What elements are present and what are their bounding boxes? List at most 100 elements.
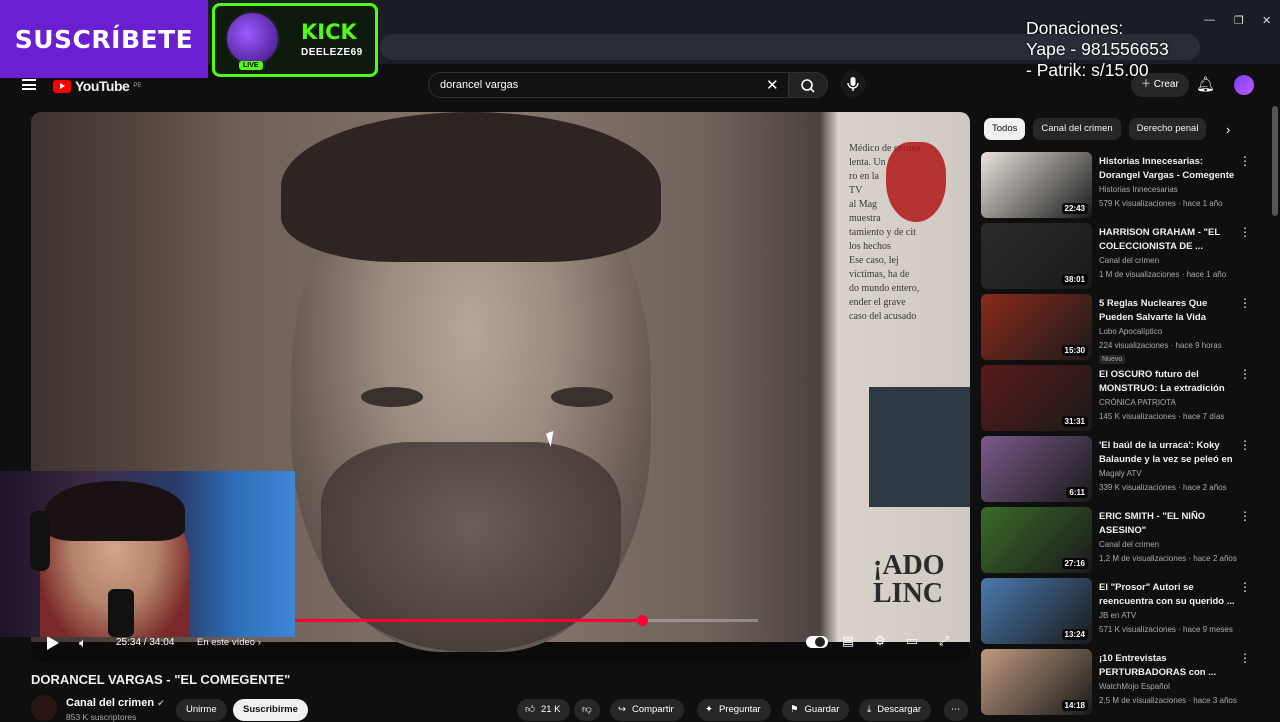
save-label: Guardar <box>804 704 840 715</box>
kick-username: DEELEZE69 <box>301 47 363 58</box>
duration-badge: 22:43 <box>1061 203 1088 214</box>
headline-line: LINC <box>873 578 944 609</box>
kebab-menu-icon[interactable]: ⋮ <box>1239 509 1251 523</box>
video-thumbnail[interactable]: 6:11 <box>981 436 1092 502</box>
autoplay-toggle[interactable] <box>806 636 828 648</box>
recommendation-item[interactable]: 6:11 'El baúl de la urraca': Koky Balaund… <box>981 434 1256 505</box>
recommendation-item[interactable]: 14:18 ¡10 Entrevistas PERTURBADORAS con .… <box>981 647 1256 718</box>
video-hair <box>281 112 661 262</box>
recommendation-title[interactable]: ERIC SMITH - "EL NIÑO ASESINO" <box>1099 510 1237 538</box>
recommendation-channel[interactable]: Historias Innecesarias <box>1099 185 1178 194</box>
recommendation-meta: 1 M de visualizaciones · hace 1 año <box>1099 270 1227 279</box>
recommendation-title[interactable]: Historias Innecesarias: Dorangel Vargas … <box>1099 155 1237 183</box>
share-button[interactable]: ↪ Compartir <box>610 699 684 721</box>
duration-badge: 38:01 <box>1061 274 1088 285</box>
recommendation-title[interactable]: El OSCURO futuro del MONSTRUO: La extrad… <box>1099 368 1237 396</box>
kebab-menu-icon[interactable]: ⋮ <box>1239 225 1251 239</box>
recommendation-channel[interactable]: CRÓNICA PATRIOTA <box>1099 398 1176 407</box>
recommendation-meta: 145 K visualizaciones · hace 7 días <box>1099 412 1225 421</box>
close-window-icon[interactable]: ✕ <box>1262 14 1271 27</box>
share-icon: ↪ <box>618 704 626 715</box>
recommendation-meta: 571 K visualizaciones · hace 9 meses <box>1099 625 1233 634</box>
headphones-icon <box>30 511 50 571</box>
duration-badge: 13:24 <box>1061 629 1088 640</box>
recommendation-item[interactable]: 13:24 El "Prosor" Autori se reencuentra c… <box>981 576 1256 647</box>
play-icon[interactable] <box>47 636 59 650</box>
voice-search-button[interactable] <box>840 71 866 97</box>
progress-bar[interactable] <box>295 615 758 626</box>
save-button[interactable]: ⚑ Guardar <box>782 699 850 721</box>
kick-title: KICK <box>301 20 357 44</box>
kebab-menu-icon[interactable]: ⋮ <box>1239 367 1251 381</box>
kebab-menu-icon[interactable]: ⋮ <box>1239 438 1251 452</box>
chip-derecho-penal[interactable]: Derecho penal <box>1128 118 1207 140</box>
restore-icon[interactable]: ❐ <box>1234 14 1244 27</box>
volume-icon[interactable]: 🔈︎ <box>79 635 87 651</box>
recommendation-channel[interactable]: Canal del crimen <box>1099 256 1159 265</box>
duration-badge: 27:16 <box>1061 558 1088 569</box>
recommendation-title[interactable]: HARRISON GRAHAM - "EL COLECCIONISTA DE .… <box>1099 226 1237 254</box>
recommendation-channel[interactable]: Canal del crimen <box>1099 540 1159 549</box>
youtube-logo[interactable]: YouTube PE <box>53 78 141 94</box>
sparkle-icon: ✦ <box>705 704 713 715</box>
recommendation-channel[interactable]: Lobo Apocalíptico <box>1099 327 1162 336</box>
recommendation-item[interactable]: 22:43 Historias Innecesarias: Dorangel Va… <box>981 150 1256 221</box>
video-title: DORANCEL VARGAS - "EL COMEGENTE" <box>31 672 291 687</box>
video-eye <box>361 387 423 407</box>
ask-button[interactable]: ✦ Preguntar <box>697 699 771 721</box>
notifications-bell-icon[interactable]: 🔔︎ <box>1196 75 1215 93</box>
scrollbar[interactable] <box>1272 106 1278 216</box>
kebab-menu-icon[interactable]: ⋮ <box>1239 154 1251 168</box>
join-button[interactable]: Unirme <box>176 699 227 721</box>
recommendation-title[interactable]: ¡10 Entrevistas PERTURBADORAS con ... <box>1099 652 1237 680</box>
recommendation-channel[interactable]: JB en ATV <box>1099 611 1136 620</box>
search-button[interactable] <box>788 72 828 98</box>
recommendation-title[interactable]: 5 Reglas Nucleares Que Pueden Salvarte l… <box>1099 297 1237 325</box>
recommendation-channel[interactable]: WatchMojo Español <box>1099 682 1170 691</box>
video-thumbnail[interactable]: 22:43 <box>981 152 1092 218</box>
streamer-hair <box>45 481 185 541</box>
subtitles-icon[interactable]: ▤ <box>839 634 857 648</box>
more-actions-icon[interactable]: ⋯ <box>944 699 968 721</box>
recommendation-channel[interactable]: Magaly ATV <box>1099 469 1142 478</box>
chevron-right-icon[interactable]: › <box>1226 122 1230 137</box>
newspaper-line: ender el grave <box>849 297 906 308</box>
recommendation-title[interactable]: El "Prosor" Autori se reencuentra con su… <box>1099 581 1237 609</box>
chapter-button[interactable]: En este vídeo › <box>197 637 261 648</box>
donation-line: - Patrik: s/15.00 <box>1026 60 1149 80</box>
video-thumbnail[interactable]: 27:16 <box>981 507 1092 573</box>
minimize-icon[interactable]: — <box>1204 14 1215 26</box>
fullscreen-icon[interactable]: ⤢ <box>935 634 953 648</box>
recommendation-item[interactable]: 31:31 El OSCURO futuro del MONSTRUO: La e… <box>981 363 1256 434</box>
like-button[interactable]: 👍︎ 21 K <box>517 699 571 721</box>
kebab-menu-icon[interactable]: ⋮ <box>1239 580 1251 594</box>
settings-gear-icon[interactable]: ⚙ <box>871 634 889 648</box>
video-thumbnail[interactable]: 38:01 <box>981 223 1092 289</box>
chip-canal-del-crimen[interactable]: Canal del crimen <box>1033 118 1121 140</box>
kebab-menu-icon[interactable]: ⋮ <box>1239 651 1251 665</box>
recommendation-item[interactable]: 15:30 5 Reglas Nucleares Que Pueden Salva… <box>981 292 1256 364</box>
account-avatar[interactable] <box>1234 75 1254 95</box>
theater-mode-icon[interactable]: ▭ <box>903 634 921 648</box>
search-input[interactable]: dorancel vargas <box>428 72 788 98</box>
download-button[interactable]: ⤓ Descargar <box>859 699 932 721</box>
channel-avatar[interactable] <box>31 695 57 721</box>
recommendation-item[interactable]: 27:16 ERIC SMITH - "EL NIÑO ASESINO" Canal… <box>981 505 1256 576</box>
video-thumbnail[interactable]: 31:31 <box>981 365 1092 431</box>
video-thumbnail[interactable]: 14:18 <box>981 649 1092 715</box>
channel-name[interactable]: Canal del crimen ✔ <box>66 697 165 709</box>
menu-icon[interactable] <box>22 79 36 90</box>
newspaper-line: caso del acusado <box>849 311 917 322</box>
bookmark-icon: ⚑ <box>790 704 799 715</box>
video-thumbnail[interactable]: 15:30 <box>981 294 1092 360</box>
video-thumbnail[interactable]: 13:24 <box>981 578 1092 644</box>
dislike-button[interactable]: 👎︎ <box>574 699 600 721</box>
recommendation-item[interactable]: 38:01 HARRISON GRAHAM - "EL COLECCIONISTA… <box>981 221 1256 292</box>
recommendation-title[interactable]: 'El baúl de la urraca': Koky Balaunde y … <box>1099 439 1237 467</box>
kebab-menu-icon[interactable]: ⋮ <box>1239 296 1251 310</box>
filter-chips: Todos Canal del crimen Derecho penal <box>984 118 1207 140</box>
subscribe-button[interactable]: Suscribirme <box>233 699 308 721</box>
download-label: Descargar <box>877 704 922 715</box>
clear-search-icon[interactable]: ✕ <box>766 76 779 94</box>
chip-all[interactable]: Todos <box>984 118 1026 140</box>
